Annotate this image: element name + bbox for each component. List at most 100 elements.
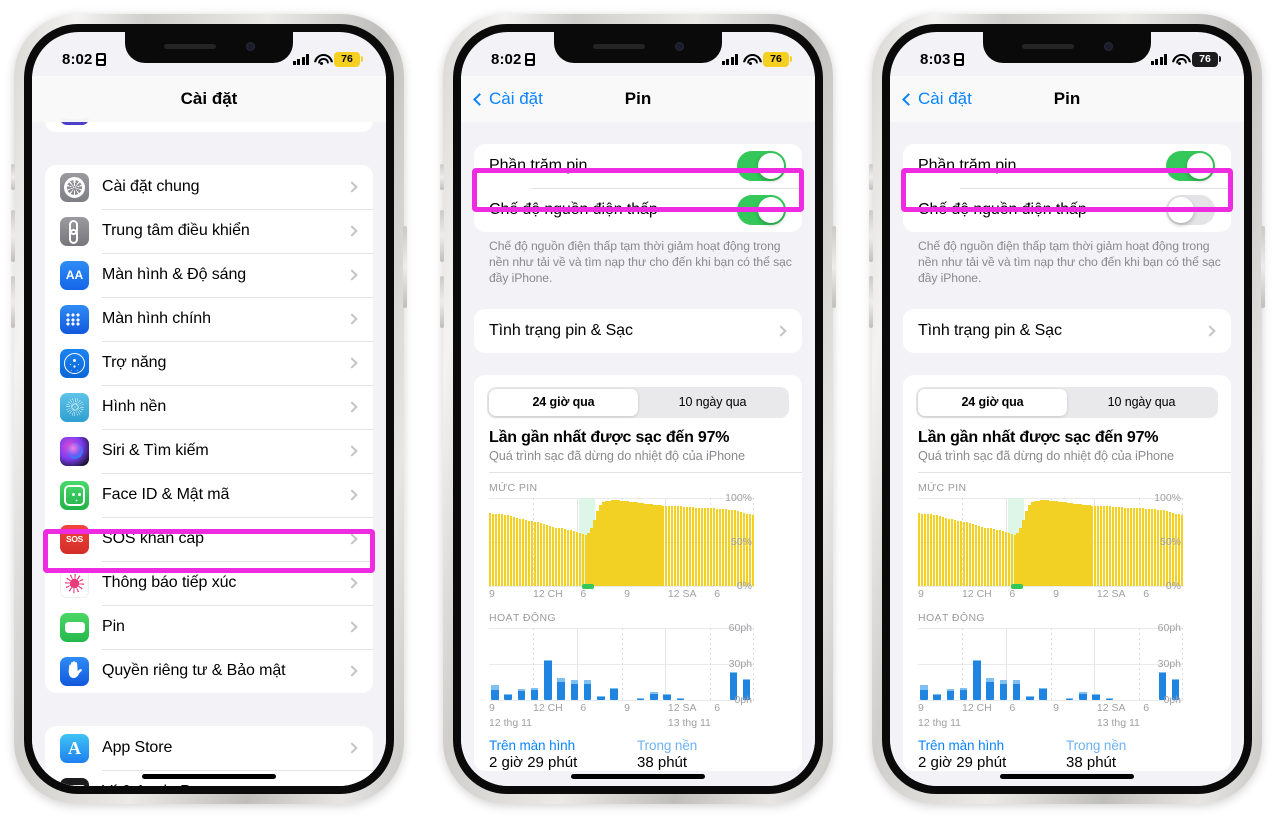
volume-up-button[interactable] [11,210,15,262]
phone-3-content: Phần trăm pin Chế độ nguồn điện thấp Chế… [890,122,1244,786]
battery-percentage-toggle[interactable] [737,151,786,181]
silent-switch[interactable] [869,164,873,190]
back-label: Cài đặt [489,89,543,108]
row-low-power-mode[interactable]: Chế độ nguồn điện thấp [903,188,1231,232]
battery-level-chart-title: MỨC PIN [489,481,538,494]
phone-3-screen: 8:03 76 Cài đặt Pin Phần trăm pin Chế độ… [890,32,1244,786]
silent-switch[interactable] [11,164,15,190]
volume-down-button[interactable] [869,276,873,328]
legend-on-screen-label: Trên màn hình [918,737,1004,753]
row-battery-health-charging[interactable]: Tình trạng pin & Sạc [474,309,802,353]
home-indicator[interactable] [1000,774,1134,779]
sidebar-item-app-store[interactable]: A App Store [45,726,373,770]
wallpaper-icon [60,392,89,422]
back-button[interactable]: Cài đặt [902,89,972,109]
volume-up-button[interactable] [440,210,444,262]
activity-chart-title: HOẠT ĐỘNG [918,611,985,624]
low-power-mode-description: Chế độ nguồn điện thấp tạm thời giảm hoạ… [918,239,1221,286]
xtick-0: 9 [489,587,495,600]
time-range-segmented-control[interactable]: 24 giờ qua 10 ngày qua [487,386,789,418]
row-label: Màn hình & Độ sáng [102,266,247,283]
sidebar-item-home-screen[interactable]: Màn hình chính [45,297,373,341]
battery-level-xaxis: 9 12 CH 6 9 12 SA 6 [489,583,754,603]
battery-icon [60,612,89,642]
back-button[interactable]: Cài đặt [473,89,543,109]
chevron-right-icon [346,357,358,369]
row-battery-percentage[interactable]: Phần trăm pin [903,144,1231,188]
battery-percentage-toggle[interactable] [1166,151,1215,181]
xtick-1: 12 CH [532,701,563,714]
usage-legend-values: 2 giờ 29 phút 38 phút [903,753,1231,771]
row-battery-percentage[interactable]: Phần trăm pin [474,144,802,188]
cellular-signal-icon [1150,53,1167,65]
xtick-2: 6 [1009,587,1016,600]
row-low-power-mode[interactable]: Chế độ nguồn điện thấp [474,188,802,232]
activity-bars [918,628,1183,700]
top-spacer [890,122,1244,144]
battery-level-plot: 100% 50% 0% [489,492,755,592]
home-indicator[interactable] [571,774,705,779]
sidebar-item-siri-search[interactable]: Siri & Tìm kiếm [45,429,373,473]
sidebar-item-accessibility[interactable]: Trợ năng [45,341,373,385]
sidebar-item-privacy-security[interactable]: Quyền riêng tư & Bảo mật [45,649,373,693]
legend-background-value: 38 phút [1066,753,1117,771]
phone-1-screen: 8:02 76 Cài đặt Cài đặt chung Trung tâm … [32,32,386,786]
battery-level-chart-title: MỨC PIN [918,481,967,494]
segment-last-24-hours[interactable]: 24 giờ qua [918,388,1067,416]
battery-level-plot: 100% 50% 0% [918,492,1184,592]
silent-switch[interactable] [440,164,444,190]
lock-icon [954,52,965,66]
low-power-mode-toggle[interactable] [737,195,786,225]
date-label-2: 13 thg 11 [667,716,711,729]
volume-down-button[interactable] [440,276,444,328]
usage-legend: Trên màn hình Trong nền [903,733,1231,753]
sidebar-item-emergency-sos[interactable]: SOS SOS khẩn cấp [45,517,373,561]
segment-last-10-days[interactable]: 10 ngày qua [638,389,787,416]
home-screen-icon [60,304,89,334]
battery-badge: 76 [1192,51,1221,67]
display-brightness-icon: AA [60,260,89,290]
sidebar-item-display-brightness[interactable]: AA Màn hình & Độ sáng [45,253,373,297]
battery-level-bars [489,498,755,586]
earpiece-speaker-icon [1021,43,1074,49]
battery-toggles-group: Phần trăm pin Chế độ nguồn điện thấp [903,144,1231,232]
ytick-60ph: 60ph [1157,621,1181,634]
volume-down-button[interactable] [11,276,15,328]
volume-up-button[interactable] [869,210,873,262]
battery-badge: 76 [763,51,792,67]
cellular-signal-icon [721,53,738,65]
segment-last-24-hours[interactable]: 24 giờ qua [489,388,638,416]
phone-2-low-power-on: 8:02 76 Cài đặt Pin Phần trăm pin Chế độ… [440,14,836,804]
gear-icon [60,172,89,202]
power-button[interactable] [403,226,407,308]
ytick-50: 50% [1159,535,1181,548]
segment-last-10-days[interactable]: 10 ngày qua [1067,389,1216,416]
low-power-mode-toggle[interactable] [1166,195,1215,225]
home-indicator[interactable] [142,774,276,779]
sidebar-item-exposure-notifications[interactable]: Thông báo tiếp xúc [45,561,373,605]
usage-legend-values: 2 giờ 29 phút 38 phút [474,753,802,771]
sidebar-item-wallpaper[interactable]: Hình nền [45,385,373,429]
accessibility-icon [60,348,89,378]
lock-icon [525,52,536,66]
xtick-0: 9 [918,701,924,714]
time-range-segmented-control[interactable]: 24 giờ qua 10 ngày qua [916,386,1218,418]
ytick-30ph: 30ph [1157,657,1181,670]
power-button[interactable] [832,226,836,308]
power-button[interactable] [1261,226,1265,308]
notch [554,32,722,63]
sidebar-item-face-id[interactable]: Face ID & Mật mã [45,473,373,517]
chevron-right-icon [346,445,358,457]
front-camera-icon [1103,41,1113,51]
three-phone-comparison: 8:02 76 Cài đặt Cài đặt chung Trung tâm … [0,0,1280,821]
chevron-left-icon [902,92,915,106]
sidebar-item-control-center[interactable]: Trung tâm điều khiển [45,209,373,253]
sidebar-item-general[interactable]: Cài đặt chung [45,165,373,209]
chevron-right-icon [346,401,358,413]
row-label: Trung tâm điều khiển [102,222,250,239]
sidebar-item-battery[interactable]: Pin [45,605,373,649]
row-battery-health-charging[interactable]: Tình trạng pin & Sạc [903,309,1231,353]
